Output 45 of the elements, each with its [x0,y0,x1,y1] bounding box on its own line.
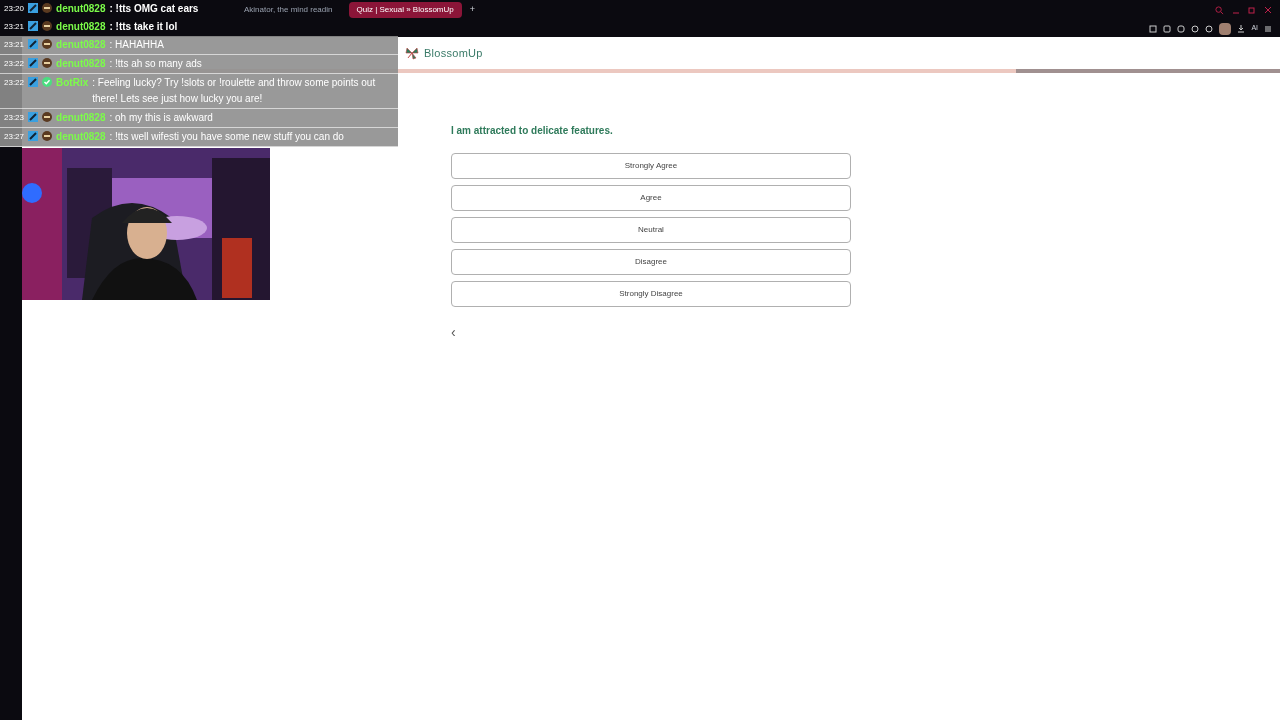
chat-message: : !tts OMG cat ears [109,2,199,16]
browser-tab[interactable]: Akinator, the mind readin [236,2,341,18]
badge-icon [28,3,39,13]
chat-timestamp: 23:27 [4,131,25,143]
answer-option[interactable]: Strongly Agree [451,153,851,179]
site-logo[interactable]: BlossomUp [424,44,483,62]
chat-timestamp: 23:21 [4,39,25,51]
badge-icon [28,131,39,141]
chat-timestamp: 23:22 [4,58,25,70]
chat-message: : Feeling lucky? Try !slots or !roulette and throw some points out there! Lets see just how lucky you are! [92,76,377,106]
chat-message: : !tts ah so many ads [109,57,202,71]
chat-timestamp: 23:21 [4,21,25,33]
avatar-icon [42,131,53,141]
badge-icon [28,39,39,49]
verified-icon [42,77,53,87]
avatar-icon [42,58,53,68]
answer-option[interactable]: Disagree [451,249,851,275]
chat-username[interactable]: denut0828 [56,1,106,17]
new-tab-button[interactable]: + [469,3,475,17]
download-icon[interactable] [1237,24,1246,33]
avatar-icon [42,112,53,122]
answer-option[interactable]: Strongly Disagree [451,281,851,307]
answer-option[interactable]: Agree [451,185,851,211]
question-text: I am attracted to delicate features. [451,124,614,138]
badge-icon [28,77,39,87]
chat-timestamp: 23:22 [4,77,25,89]
avatar-icon [42,39,53,49]
chat-username[interactable]: denut0828 [56,19,106,35]
chat-message: : !tts well wifesti you have some new stuff you can do [109,130,344,144]
chat-message: : oh my this is awkward [109,111,213,125]
chat-message: : HAHAHHA [109,38,164,52]
chat-message: : !tts take it lol [109,20,178,34]
answer-option[interactable]: Neutral [451,217,851,243]
profile-avatar[interactable] [1219,22,1232,35]
avatar-icon [42,21,53,31]
badge-icon [28,21,39,31]
avatar-icon [42,3,53,13]
logo-icon [404,46,420,60]
browser-tab[interactable]: Quiz | Sexual » BlossomUp [348,2,462,18]
badge-icon [28,112,39,122]
back-button[interactable]: ‹ [451,325,456,339]
close-icon[interactable] [1264,6,1272,14]
badge-icon [28,58,39,68]
chat-timestamp: 23:20 [4,3,25,15]
chat-timestamp: 23:23 [4,112,25,124]
